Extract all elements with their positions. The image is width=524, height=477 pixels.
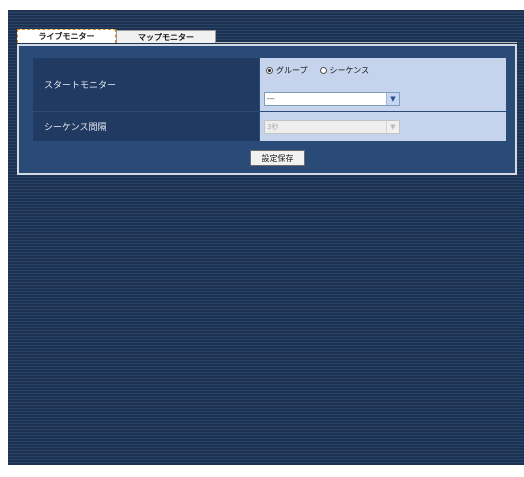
radio-unselected-icon bbox=[319, 67, 327, 74]
radio-group-option[interactable]: グループ bbox=[266, 65, 308, 76]
save-settings-button[interactable]: 設定保存 bbox=[250, 150, 305, 166]
sequence-interval-select-value: 3秒 bbox=[267, 123, 279, 131]
radio-sequence-option[interactable]: シーケンス bbox=[319, 65, 370, 76]
tab-live-monitor[interactable]: ライブモニター bbox=[17, 29, 116, 43]
sequence-interval-value-cell: 3秒 ▼ bbox=[260, 112, 506, 141]
start-monitor-select[interactable]: --- ▼ bbox=[264, 92, 400, 106]
radio-selected-icon bbox=[266, 67, 273, 74]
chevron-down-icon: ▼ bbox=[386, 121, 399, 133]
sequence-interval-label: シーケンス間隔 bbox=[33, 112, 259, 141]
radio-sequence-label: シーケンス bbox=[329, 66, 370, 75]
start-monitor-value-cell: グループ シーケンス --- ▼ bbox=[260, 58, 506, 111]
radio-group-label: グループ bbox=[276, 66, 308, 75]
tab-divider bbox=[216, 42, 517, 43]
chevron-down-icon: ▼ bbox=[386, 93, 399, 105]
start-monitor-radio-group: グループ シーケンス bbox=[266, 65, 369, 76]
settings-panel: スタートモニター グループ シーケンス --- ▼ シーケンス間隔 3秒 ▼ 設… bbox=[17, 44, 517, 175]
tab-map-monitor[interactable]: マップモニター bbox=[116, 30, 216, 43]
start-monitor-label: スタートモニター bbox=[33, 58, 259, 111]
start-monitor-select-value: --- bbox=[267, 95, 275, 103]
sequence-interval-select[interactable]: 3秒 ▼ bbox=[264, 120, 400, 134]
